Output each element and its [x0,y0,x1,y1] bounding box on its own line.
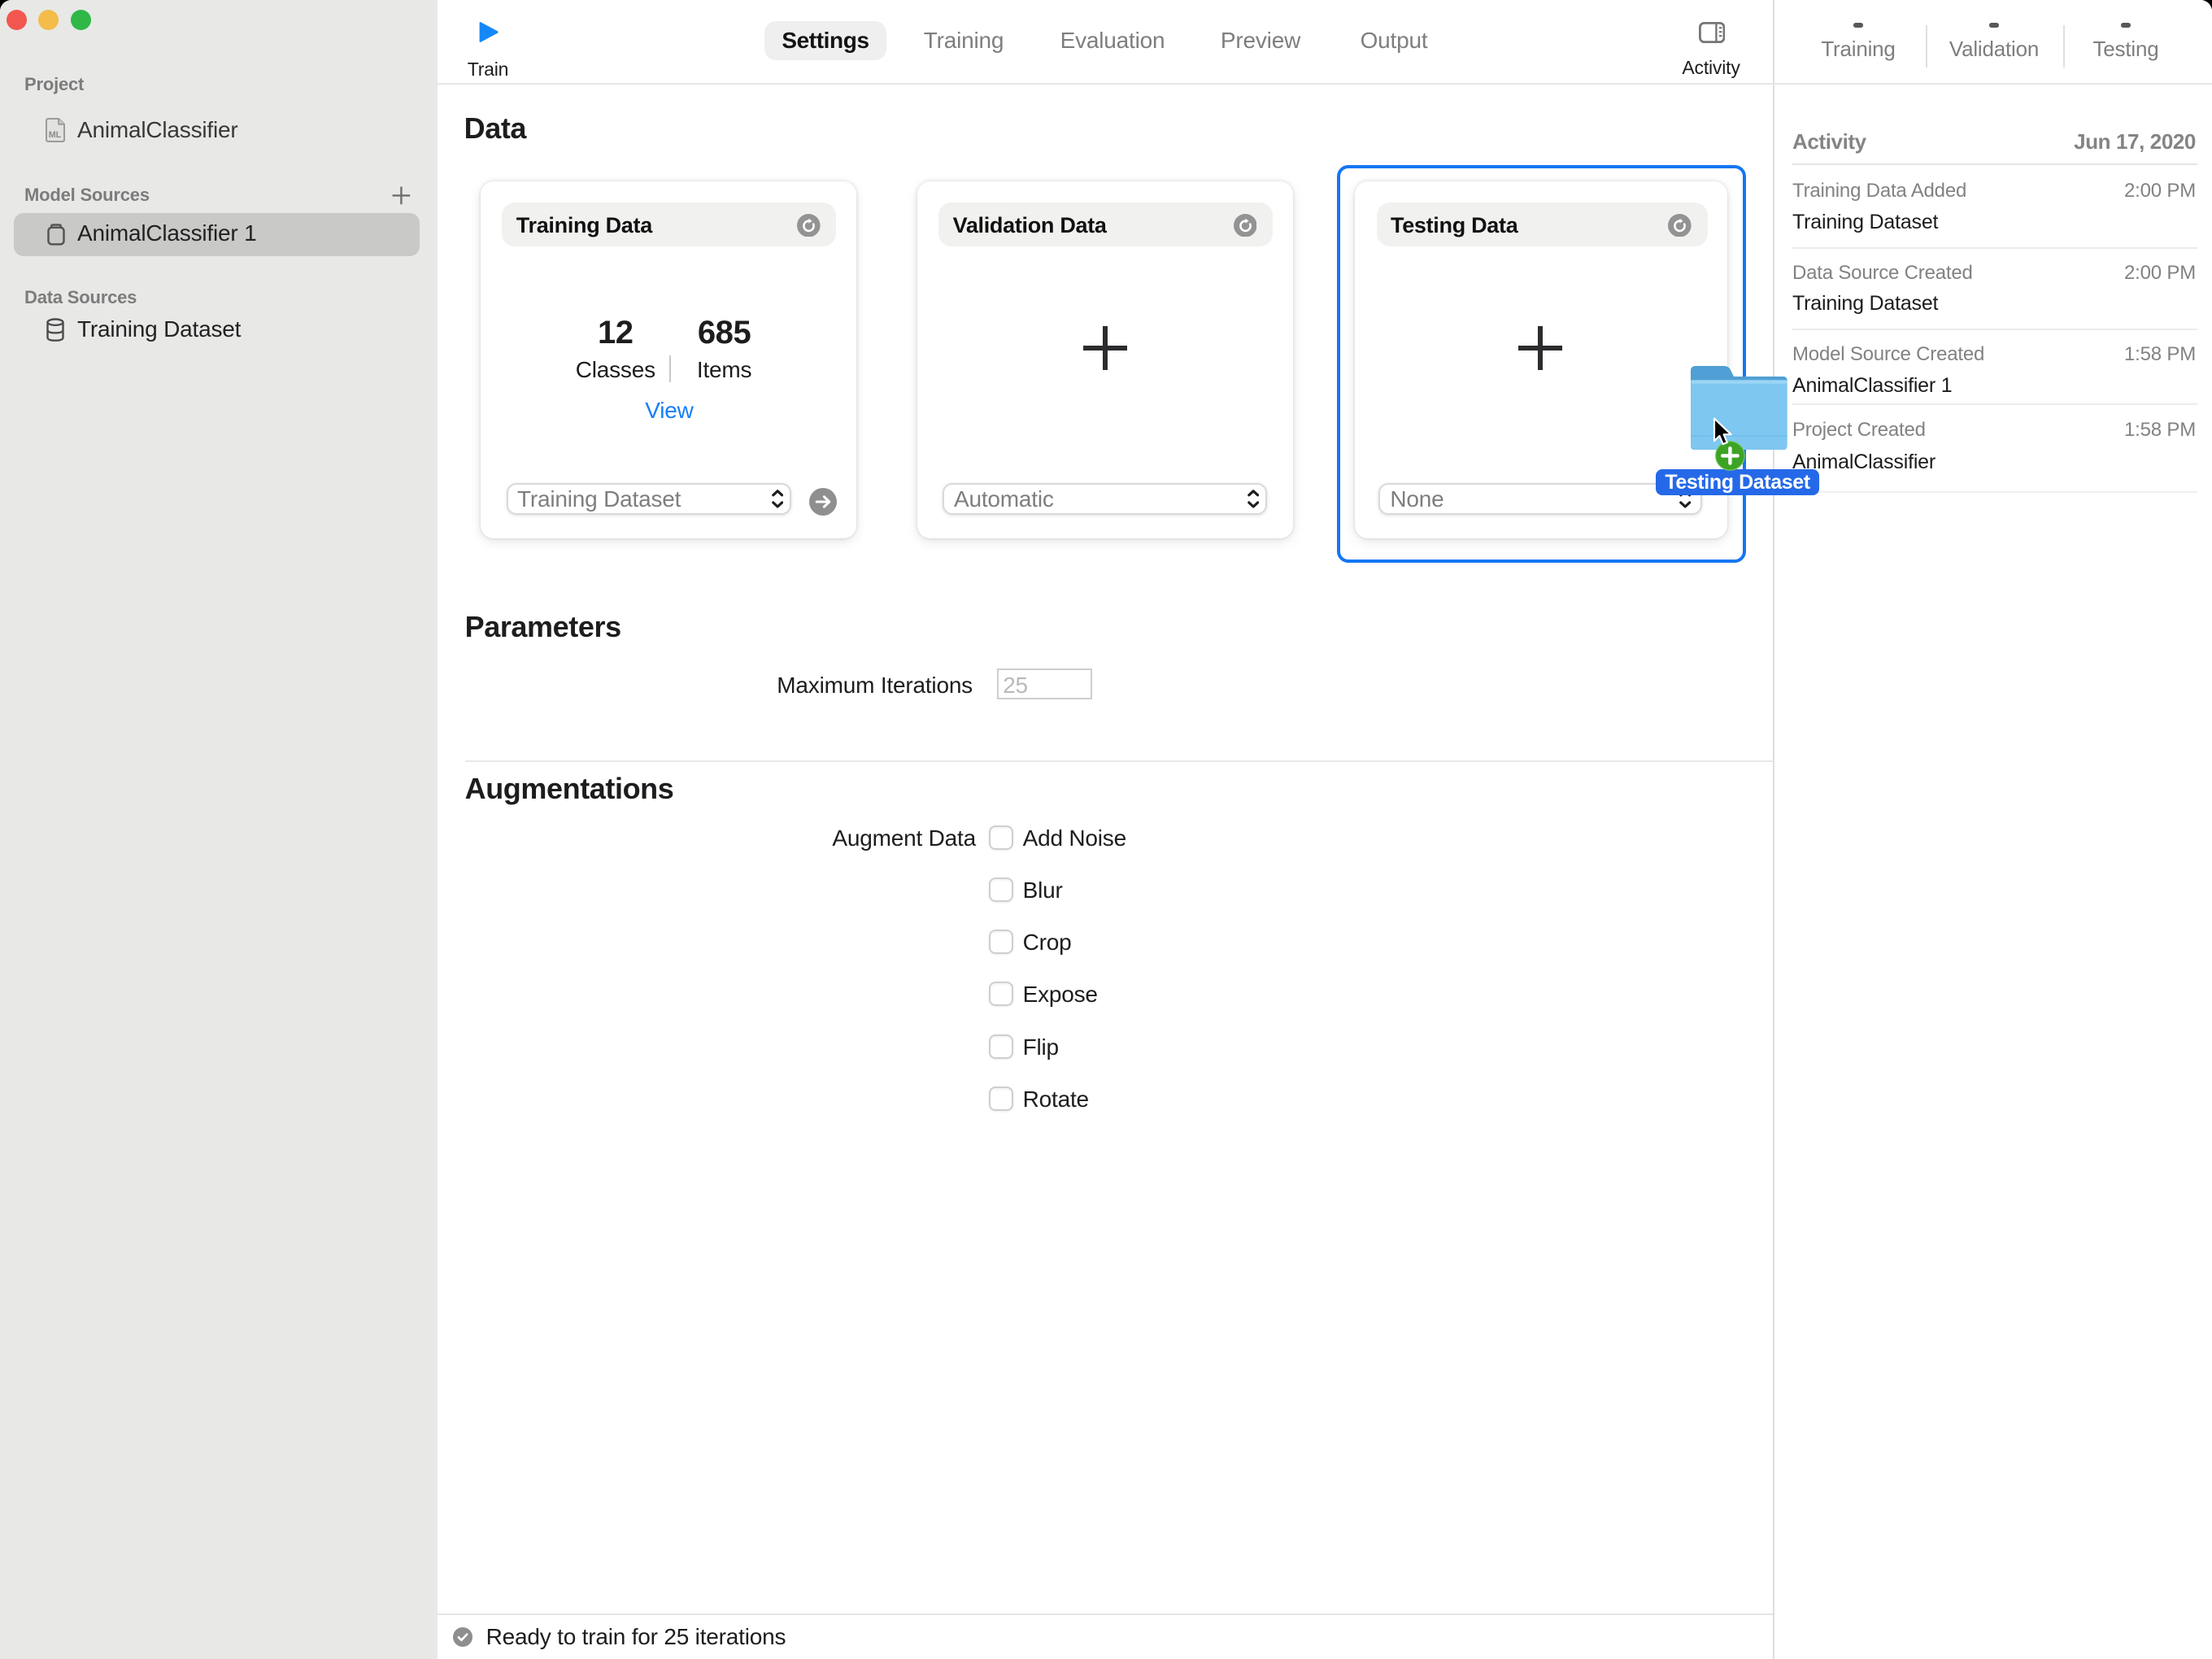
svg-text:ML: ML [49,130,62,140]
